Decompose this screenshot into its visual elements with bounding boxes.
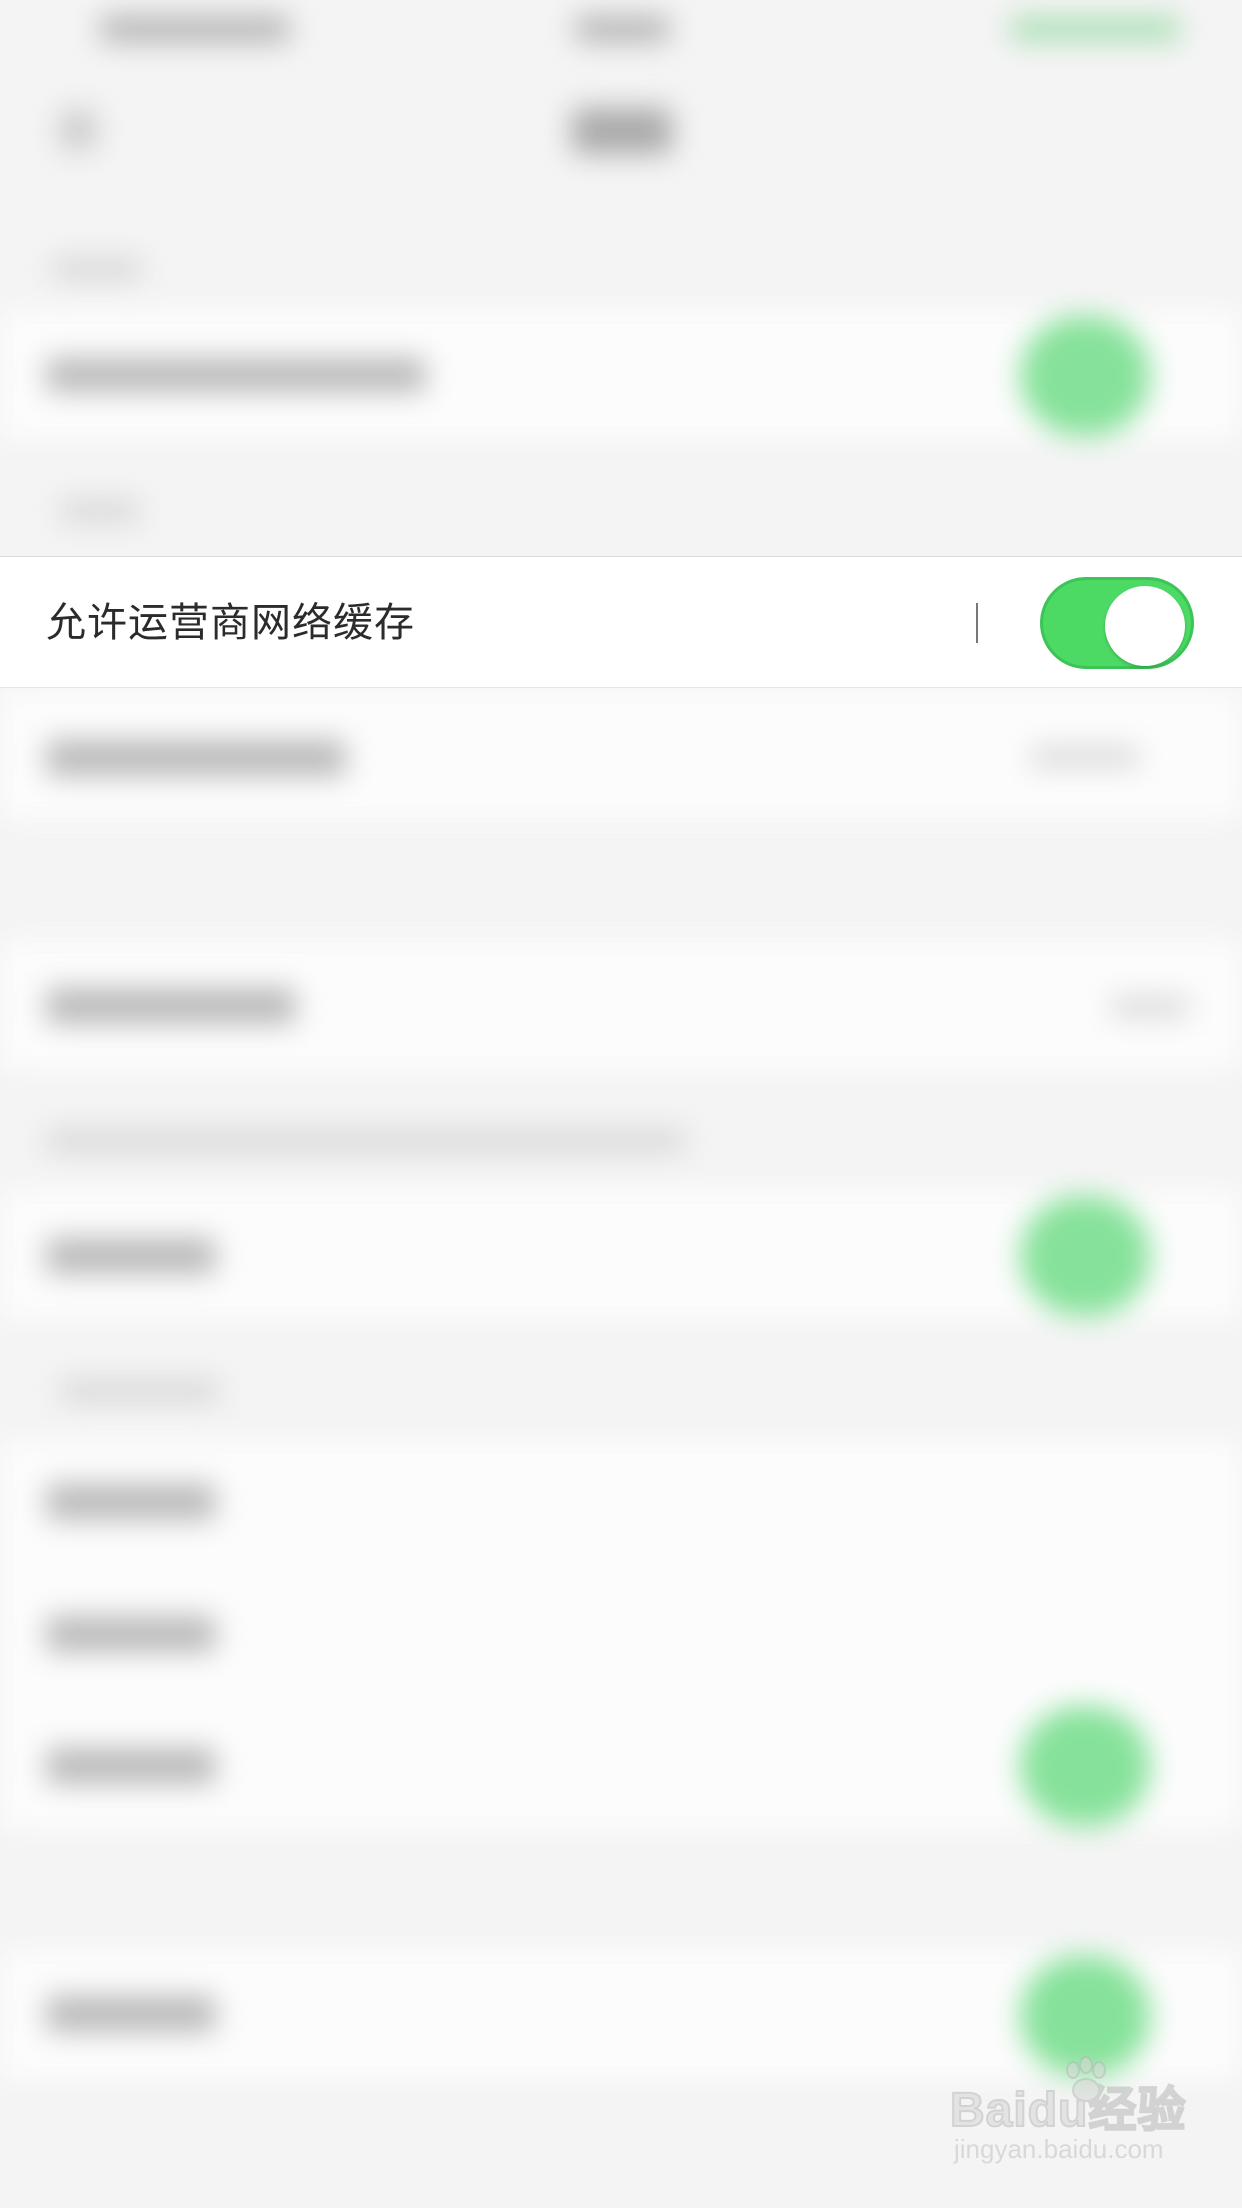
blurred-back-icon (60, 110, 96, 150)
blurred-row-value (1030, 746, 1140, 768)
blurred-status-bar-battery (1010, 16, 1180, 42)
blurred-row-label (46, 1996, 216, 2032)
blurred-nav-title (572, 108, 672, 154)
blurred-row-label (46, 358, 426, 392)
paw-icon (1066, 2056, 1106, 2102)
carrier-network-cache-label: 允许运营商网络缓存 (46, 600, 415, 646)
baidu-jingyan-watermark: Baidu经验 jingyan.baidu.com (949, 2056, 1210, 2190)
watermark-url: jingyan.baidu.com (954, 2134, 1164, 2164)
blurred-background (0, 0, 1242, 2208)
blurred-section-header (52, 258, 142, 280)
blurred-section-header (60, 1380, 220, 1402)
blurred-row-label (46, 988, 296, 1024)
blurred-row-label (46, 1484, 216, 1520)
carrier-network-cache-row[interactable]: 允许运营商网络缓存 (0, 556, 1242, 688)
blurred-toggle (1020, 316, 1150, 436)
blurred-row-value (1110, 996, 1190, 1018)
toggle-knob (1105, 586, 1185, 666)
blurred-row-label (46, 1748, 216, 1784)
blurred-row-label (46, 740, 346, 776)
blurred-status-bar-carrier (100, 16, 290, 42)
blurred-status-bar-time (575, 16, 670, 42)
blurred-row-label (46, 1616, 216, 1652)
blurred-row-label (46, 1238, 216, 1274)
blurred-toggle (1020, 1196, 1150, 1316)
row-separator-caret (976, 603, 978, 643)
blurred-section-footnote (46, 1130, 686, 1152)
carrier-network-cache-toggle[interactable] (1040, 577, 1194, 669)
blurred-toggle (1020, 1706, 1150, 1826)
blurred-section-header (60, 500, 140, 522)
